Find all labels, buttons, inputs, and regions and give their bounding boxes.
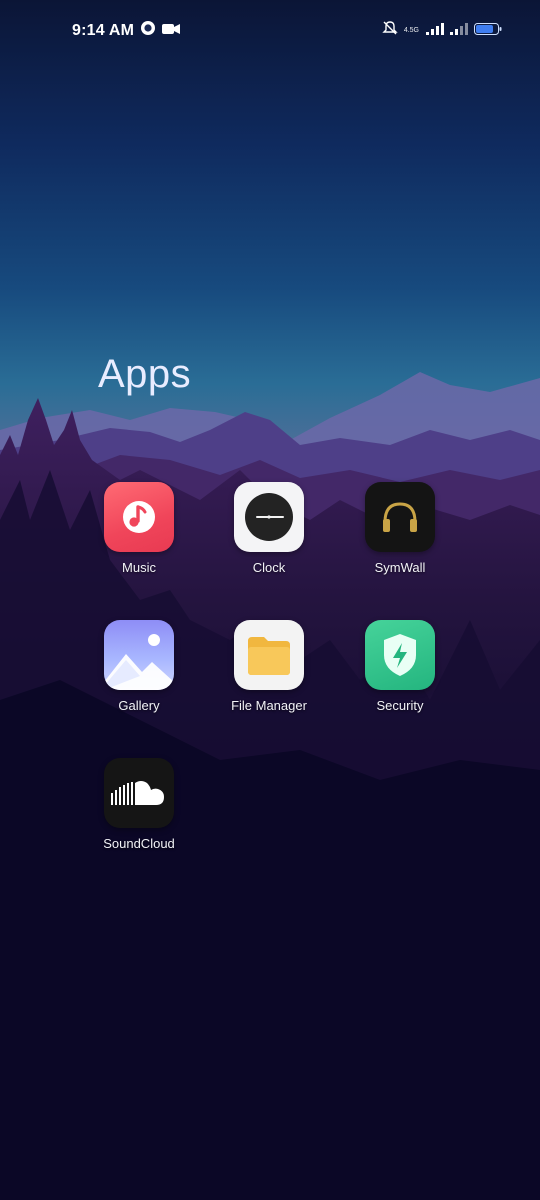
- app-label-security: Security: [376, 698, 424, 713]
- video-camera-icon: [162, 22, 181, 40]
- app-label-soundcloud: SoundCloud: [103, 836, 175, 851]
- gallery-icon: [104, 620, 174, 690]
- wallpaper-background: [0, 0, 540, 1200]
- app-music[interactable]: Music: [74, 482, 204, 575]
- music-note-icon: [104, 482, 174, 552]
- headphones-icon: [365, 482, 435, 552]
- alarm-off-icon: [382, 20, 398, 41]
- folder-icon: [234, 620, 304, 690]
- clock-icon: [234, 482, 304, 552]
- app-gallery[interactable]: Gallery: [74, 620, 204, 713]
- app-security[interactable]: Security: [335, 620, 465, 713]
- soundcloud-icon: [104, 758, 174, 828]
- app-soundcloud[interactable]: SoundCloud: [74, 758, 204, 851]
- signal-icon: [450, 22, 468, 40]
- status-bar: 9:14 AM 4.5G: [0, 0, 540, 60]
- notification-badge-icon: [140, 20, 156, 41]
- app-file-manager[interactable]: File Manager: [204, 620, 334, 713]
- app-label-music: Music: [122, 560, 156, 575]
- app-symwall[interactable]: SymWall: [335, 482, 465, 575]
- signal-icon: [426, 22, 444, 40]
- app-label-symwall: SymWall: [374, 560, 426, 575]
- app-label-gallery: Gallery: [118, 698, 160, 713]
- network-type: 4.5G: [403, 27, 419, 34]
- app-label-file-manager: File Manager: [231, 698, 307, 713]
- app-label-clock: Clock: [252, 560, 286, 575]
- status-right: 4.5G: [382, 20, 502, 41]
- battery-icon: [474, 22, 502, 40]
- app-clock[interactable]: Clock: [204, 482, 334, 575]
- status-time: 9:14 AM: [72, 21, 135, 39]
- shield-icon: [365, 620, 435, 690]
- status-left: 9:14 AM: [72, 20, 181, 41]
- folder-title: Apps: [98, 352, 192, 396]
